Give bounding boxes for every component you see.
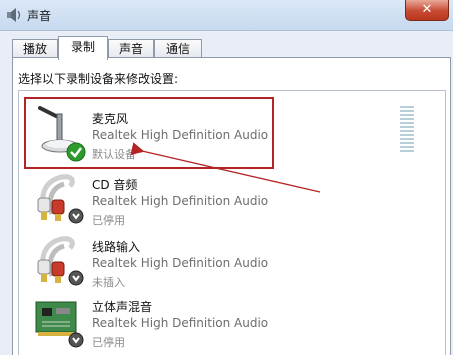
list-item-cd-audio[interactable]: CD 音频 Realtek High Definition Audio 已停用: [30, 170, 410, 228]
device-status: 已停用: [92, 214, 125, 227]
device-driver: Realtek High Definition Audio: [92, 256, 269, 270]
list-item-line-in[interactable]: 线路输入 Realtek High Definition Audio 未插入: [30, 232, 410, 290]
tab-sounds[interactable]: 声音: [108, 39, 154, 58]
sound-dialog: 声音 ✕ 播放 录制 声音 通信 选择以下录制设备来修改设置: 麦克风 Real…: [0, 0, 453, 355]
instruction-text: 选择以下录制设备来修改设置:: [18, 72, 179, 86]
tab-recording[interactable]: 录制: [58, 36, 108, 60]
tab-playback[interactable]: 播放: [12, 39, 58, 58]
speaker-icon: [7, 8, 21, 22]
disabled-arrow-icon: [68, 332, 84, 348]
device-name: 立体声混音: [92, 300, 153, 314]
title-bar[interactable]: 声音 ✕: [0, 0, 453, 31]
device-status: 未插入: [92, 276, 125, 289]
tab-communications[interactable]: 通信: [154, 39, 202, 58]
close-icon: ✕: [421, 2, 433, 17]
unplugged-arrow-icon: [68, 270, 84, 286]
device-name: 线路输入: [92, 240, 141, 254]
device-driver: Realtek High Definition Audio: [92, 194, 269, 208]
device-status: 已停用: [92, 336, 125, 349]
disabled-arrow-icon: [68, 208, 84, 224]
close-button[interactable]: ✕: [405, 0, 449, 21]
window-title: 声音: [27, 9, 52, 23]
highlight-box: [24, 97, 274, 169]
device-driver: Realtek High Definition Audio: [92, 316, 269, 330]
list-item-stereo-mix[interactable]: 立体声混音 Realtek High Definition Audio 已停用: [30, 292, 410, 350]
device-name: CD 音频: [92, 178, 138, 192]
